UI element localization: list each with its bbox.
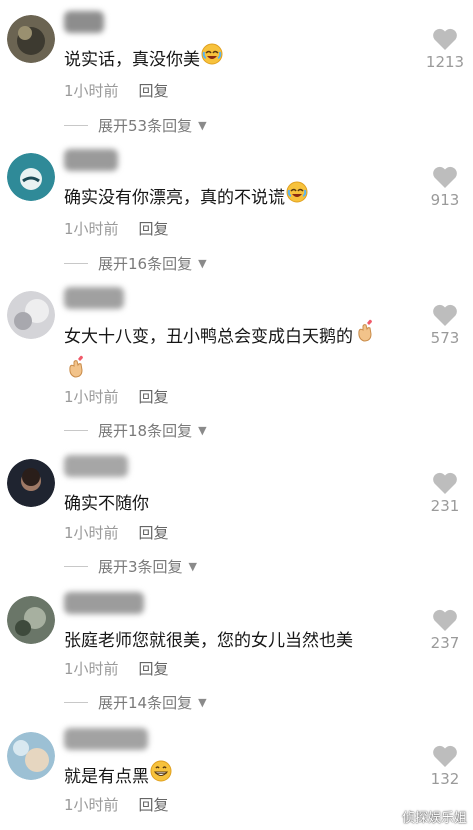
comment-text: 就是有点黑: [64, 760, 414, 794]
username-blurred[interactable]: [64, 728, 148, 750]
like-count: 913: [430, 191, 460, 209]
caret-down-icon: ▼: [198, 696, 207, 709]
reply-button[interactable]: 回复: [139, 82, 169, 100]
avatar[interactable]: [7, 153, 55, 201]
comment-meta: 1小时前 回复: [64, 218, 169, 239]
expand-replies-button[interactable]: 展开53条回复 ▼: [64, 115, 207, 136]
heart-icon: [433, 472, 457, 494]
comment-item: 女大十八变，丑小鸭总会变成白天鹅的 1小时前 回复 展开18条回复 ▼ 573: [0, 287, 473, 441]
divider-line: [64, 125, 88, 126]
timestamp: 1小时前: [64, 220, 119, 238]
like-button[interactable]: 231: [423, 472, 467, 515]
comment-item: 张庭老师您就很美，您的女儿当然也美 1小时前 回复 展开14条回复 ▼ 237: [0, 592, 473, 716]
expand-replies-label: 展开14条回复: [98, 694, 193, 712]
expand-replies-button[interactable]: 展开14条回复 ▼: [64, 692, 207, 713]
like-button[interactable]: 237: [423, 609, 467, 652]
heart-icon: [433, 609, 457, 631]
comment-meta: 1小时前 回复: [64, 794, 169, 815]
avatar[interactable]: [7, 459, 55, 507]
reply-button[interactable]: 回复: [139, 660, 169, 678]
avatar[interactable]: [7, 732, 55, 780]
watermark: 侦探娱乐姐: [401, 811, 467, 826]
comment-item: 说实话，真没你美 1小时前 回复 展开53条回复 ▼ 1213: [0, 11, 473, 136]
like-count: 1213: [425, 53, 465, 71]
comment-meta: 1小时前 回复: [64, 522, 169, 543]
like-button[interactable]: 573: [423, 304, 467, 347]
reply-button[interactable]: 回复: [139, 524, 169, 542]
like-count: 573: [430, 329, 460, 347]
expand-replies-label: 展开53条回复: [98, 117, 193, 135]
expand-replies-label: 展开3条回复: [98, 558, 183, 576]
timestamp: 1小时前: [64, 82, 119, 100]
heart-icon: [433, 166, 457, 188]
reply-button[interactable]: 回复: [139, 796, 169, 814]
caret-down-icon: ▼: [198, 119, 207, 132]
caret-down-icon: ▼: [188, 560, 198, 573]
avatar[interactable]: [7, 291, 55, 339]
timestamp: 1小时前: [64, 660, 119, 678]
username-blurred[interactable]: [64, 455, 128, 477]
expand-replies-label: 展开16条回复: [98, 255, 193, 273]
heart-icon: [433, 28, 457, 50]
comment-list: 说实话，真没你美 1小时前 回复 展开53条回复 ▼ 1213 确实没有你漂亮，真的…: [0, 0, 473, 830]
finger-heart-emoji: [354, 319, 376, 355]
timestamp: 1小时前: [64, 388, 119, 406]
caret-down-icon: ▼: [198, 257, 207, 270]
divider-line: [64, 263, 88, 264]
like-count: 231: [430, 497, 460, 515]
comment-text: 确实没有你漂亮，真的不说谎: [64, 181, 414, 215]
divider-line: [64, 430, 88, 431]
avatar[interactable]: [7, 15, 55, 63]
comment-text: 确实不随你: [64, 494, 149, 514]
divider-line: [64, 566, 88, 567]
like-button[interactable]: 132: [423, 745, 467, 788]
comment-text: 说实话，真没你美: [64, 43, 414, 77]
caret-down-icon: ▼: [198, 424, 207, 437]
expand-replies-button[interactable]: 展开16条回复 ▼: [64, 253, 207, 274]
heart-icon: [433, 745, 457, 767]
heart-icon: [433, 304, 457, 326]
username-blurred[interactable]: [64, 592, 144, 614]
username-blurred[interactable]: [64, 287, 124, 309]
expand-replies-label: 展开18条回复: [98, 422, 193, 440]
comment-meta: 1小时前 回复: [64, 658, 169, 679]
comment-item: 确实不随你 1小时前 回复 展开3条回复 ▼ 231: [0, 455, 473, 579]
expand-replies-button[interactable]: 展开18条回复 ▼: [64, 420, 207, 441]
timestamp: 1小时前: [64, 796, 119, 814]
grin-emoji: [150, 760, 172, 794]
rofl-emoji: [286, 181, 308, 215]
like-button[interactable]: 1213: [423, 28, 467, 71]
comment-text: 女大十八变，丑小鸭总会变成白天鹅的: [64, 319, 414, 391]
reply-button[interactable]: 回复: [139, 220, 169, 238]
like-count: 237: [430, 634, 460, 652]
rofl-emoji: [201, 43, 223, 77]
expand-replies-button[interactable]: 展开3条回复 ▼: [64, 556, 197, 577]
username-blurred[interactable]: [64, 11, 104, 33]
comment-item: 确实没有你漂亮，真的不说谎 1小时前 回复 展开16条回复 ▼ 913: [0, 149, 473, 274]
comment-meta: 1小时前 回复: [64, 386, 169, 407]
comment-meta: 1小时前 回复: [64, 80, 169, 101]
divider-line: [64, 702, 88, 703]
comment-text: 张庭老师您就很美，您的女儿当然也美: [64, 631, 353, 651]
username-blurred[interactable]: [64, 149, 118, 171]
avatar[interactable]: [7, 596, 55, 644]
like-button[interactable]: 913: [423, 166, 467, 209]
reply-button[interactable]: 回复: [139, 388, 169, 406]
like-count: 132: [430, 770, 460, 788]
timestamp: 1小时前: [64, 524, 119, 542]
